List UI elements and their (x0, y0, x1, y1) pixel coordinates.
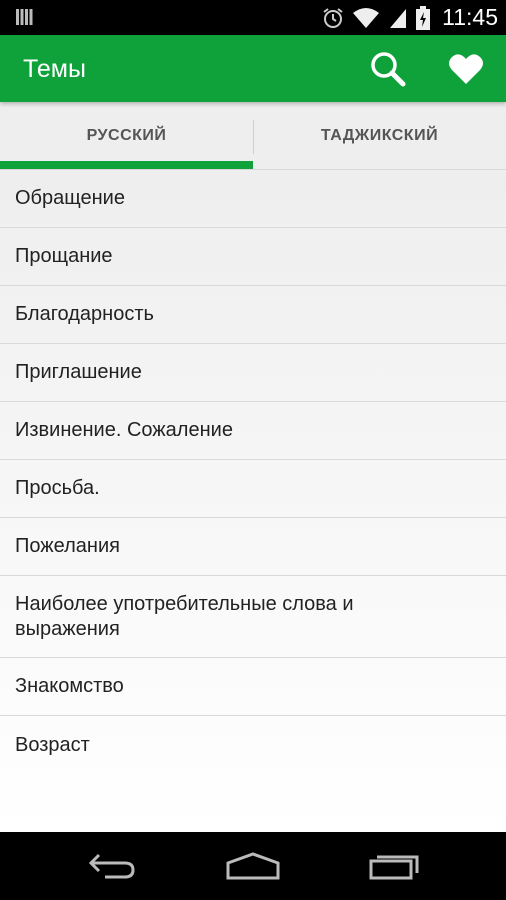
heart-icon (449, 54, 483, 84)
list-item[interactable]: Возраст (0, 716, 506, 774)
home-icon (226, 852, 280, 880)
home-button[interactable] (223, 846, 283, 886)
list-item[interactable]: Извинение. Сожаление (0, 402, 506, 460)
tab-tajik[interactable]: ТАДЖИКСКИЙ (253, 102, 506, 169)
tab-tajik-label: ТАДЖИКСКИЙ (320, 126, 439, 144)
list-item[interactable]: Благодарность (0, 286, 506, 344)
list-item-label: Возраст (15, 733, 90, 756)
status-time: 11:45 (442, 4, 498, 30)
list-item[interactable]: Приглашение (0, 344, 506, 402)
system-nav-bar (0, 832, 506, 900)
recents-button[interactable] (364, 846, 424, 886)
tab-russian-label: РУССКИЙ (86, 126, 167, 144)
alarm-icon (323, 7, 343, 28)
app-bar: Темы (0, 35, 506, 102)
back-icon (88, 853, 135, 879)
list-item[interactable]: Знакомство (0, 658, 506, 716)
recents-icon (369, 855, 419, 880)
search-button[interactable] (368, 49, 408, 89)
list-item-label: Благодарность (15, 303, 154, 325)
tab-russian[interactable]: РУССКИЙ (0, 102, 253, 169)
list-item-label: Наиболее употребительные слова и выражен… (15, 592, 354, 640)
list-item[interactable]: Пожелания (0, 518, 506, 576)
list-item-label: Просьба. (15, 477, 100, 499)
back-button[interactable] (82, 846, 142, 886)
list-item-label: Приглашение (15, 361, 142, 383)
page-title: Темы (23, 55, 86, 83)
list-item-label: Пожелания (15, 535, 120, 557)
search-icon (371, 52, 406, 87)
signal-icon (390, 8, 407, 28)
list-item[interactable]: Обращение (0, 170, 506, 228)
wifi-icon (353, 7, 380, 28)
battery-charging-icon (416, 5, 431, 30)
list-item[interactable]: Просьба. (0, 460, 506, 518)
tab-divider (253, 120, 254, 154)
list-item[interactable]: Наиболее употребительные слова и выражен… (0, 576, 506, 658)
sim-icon (16, 9, 33, 25)
favorites-button[interactable] (446, 49, 486, 89)
list-item[interactable]: Прощание (0, 228, 506, 286)
status-bar: 11:45 (0, 0, 506, 35)
list-item-label: Прощание (15, 245, 113, 267)
list-item-label: Знакомство (15, 675, 124, 697)
list-item-label: Извинение. Сожаление (15, 419, 233, 441)
topic-list: Обращение Прощание Благодарность Приглаш… (0, 170, 506, 832)
active-tab-indicator (0, 161, 253, 169)
language-tabs: РУССКИЙ ТАДЖИКСКИЙ (0, 102, 506, 170)
list-item-label: Обращение (15, 187, 125, 209)
